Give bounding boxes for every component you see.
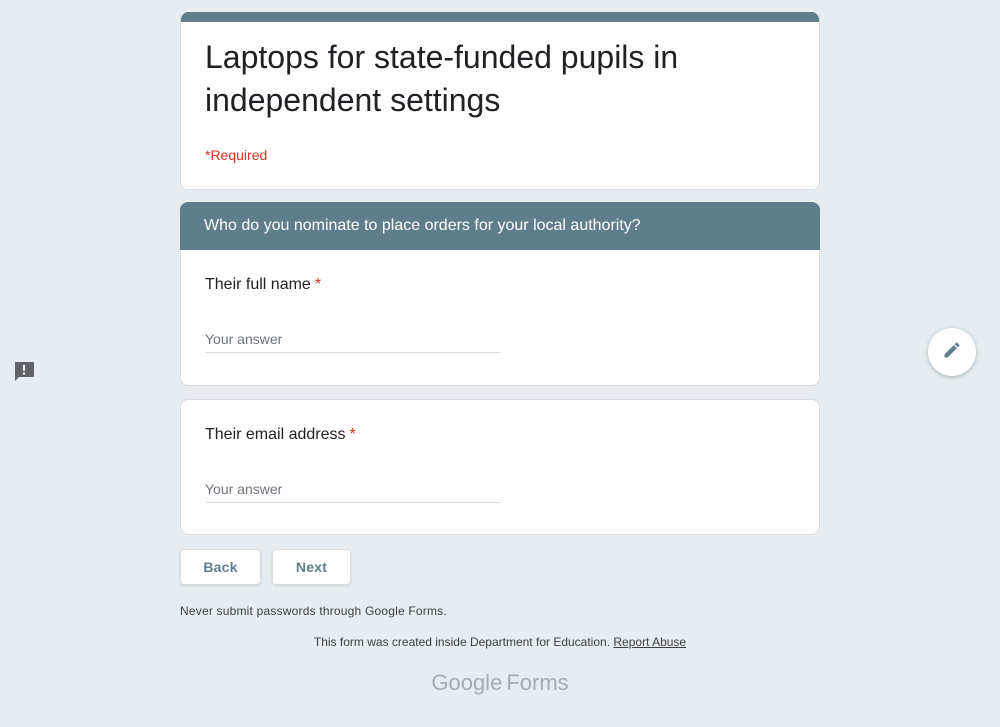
question-title: Their full name * [205,276,321,294]
form-title: Laptops for state-funded pupils in indep… [205,39,679,118]
required-note: *Required [205,147,268,163]
navigation-buttons: Back Next [180,549,351,585]
feedback-icon[interactable] [13,361,35,381]
required-star: * [314,276,322,293]
google-forms-logo[interactable]: Google Forms [180,670,820,696]
brand-forms: Forms [506,670,569,695]
password-warning: Never submit passwords through Google Fo… [180,604,447,618]
section-header: Who do you nominate to place orders for … [180,202,820,250]
form-header-card: Laptops for state-funded pupils in indep… [180,12,820,190]
pencil-icon [942,340,962,365]
question-label: Their full name [205,276,311,293]
next-button[interactable]: Next [272,549,351,585]
edit-button[interactable] [928,328,976,376]
back-button[interactable]: Back [180,549,261,585]
brand-google: Google [431,670,503,695]
question-label: Their email address [205,426,346,443]
form-container: Laptops for state-funded pupils in indep… [180,12,820,535]
full-name-input[interactable] [205,328,500,353]
question-card-full-name: Their full name * [180,250,820,386]
form-footer: This form was created inside Department … [180,635,820,649]
report-abuse-link[interactable]: Report Abuse [613,635,686,649]
question-card-email: Their email address * [180,399,820,535]
required-star: * [349,426,356,443]
created-by-text: This form was created inside Department … [313,635,611,649]
form-accent-bar [181,12,819,22]
email-input[interactable] [205,478,500,503]
question-title: Their email address * [205,426,356,444]
